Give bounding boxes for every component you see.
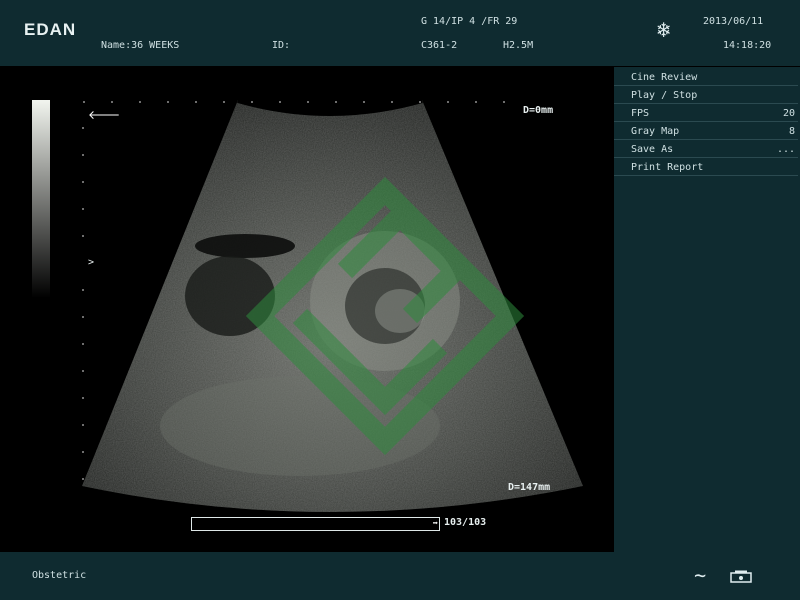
depth-top-label: D=0mm <box>523 105 554 116</box>
printer-icon[interactable] <box>730 570 752 583</box>
menu-item-label: Cine Review <box>631 72 698 83</box>
ultrasound-image-area[interactable]: 🡐 > D=0mm D=147mm <box>0 66 612 552</box>
gray-scale-bar <box>32 100 50 298</box>
exam-mode: Obstetric <box>32 570 87 581</box>
depth-bottom-label: D=147mm <box>508 482 551 493</box>
probe-model: C361-2 <box>421 40 458 51</box>
menu-item-label: Gray Map <box>631 126 680 137</box>
cine-menu-panel: Cine Review Play / Stop FPS 20 Gray Map … <box>614 67 800 552</box>
menu-item-value: ... <box>776 144 795 155</box>
menu-item-label: Print Report <box>631 162 704 173</box>
menu-item-label: Play / Stop <box>631 90 698 101</box>
snowflake-icon: ❄ <box>657 18 671 43</box>
patient-id-label: ID: <box>272 40 291 51</box>
brand-logo: EDAN <box>24 20 77 39</box>
menu-item-value: 8 <box>788 126 795 137</box>
left-arrow-icon: 🡐 <box>88 108 121 122</box>
trackball-icon: ∼ <box>694 563 707 587</box>
cine-progress-bar[interactable]: ➡ <box>191 517 440 531</box>
time: 14:18:20 <box>723 40 772 51</box>
patient-name: Name:36 WEEKS <box>101 40 180 51</box>
ultrasound-scan <box>82 97 583 512</box>
frame-counter: 103/103 <box>444 517 487 528</box>
date: 2013/06/11 <box>703 16 764 27</box>
menu-item-value: 20 <box>782 108 795 119</box>
menu-item-label: Save As <box>631 144 674 155</box>
menu-save-as[interactable]: Save As ... <box>614 141 798 158</box>
imaging-params: G 14/IP 4 /FR 29 <box>421 16 518 27</box>
header-bar: EDAN Name:36 WEEKS ID: G 14/IP 4 /FR 29 … <box>0 0 800 66</box>
menu-fps[interactable]: FPS 20 <box>614 105 798 122</box>
menu-print-report[interactable]: Print Report <box>614 159 798 176</box>
menu-play-stop[interactable]: Play / Stop <box>614 87 798 104</box>
harmonic-freq: H2.5M <box>503 40 534 51</box>
focus-marker: > <box>88 257 95 268</box>
menu-gray-map[interactable]: Gray Map 8 <box>614 123 798 140</box>
footer-bar: Obstetric ∼ <box>0 552 800 600</box>
menu-cine-review[interactable]: Cine Review <box>614 69 798 86</box>
cine-marker-icon: ➡ <box>432 519 438 529</box>
menu-item-label: FPS <box>631 108 650 119</box>
